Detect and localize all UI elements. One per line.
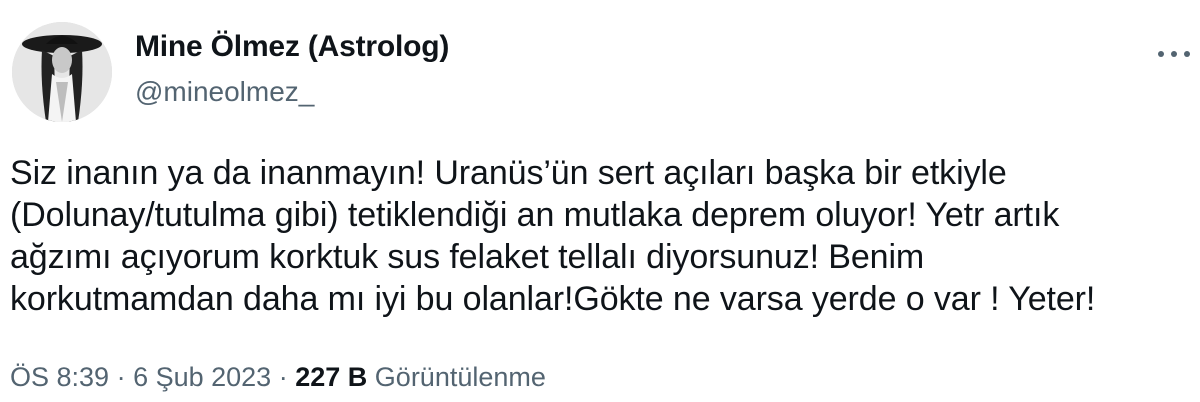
meta-separator: · xyxy=(278,362,296,392)
tweet-text: Siz inanın ya da inanmayın! Uranüs’ün se… xyxy=(10,154,1096,318)
tweet: Mine Ölmez (Astrolog) @mineolmez_ Siz in… xyxy=(0,0,1200,402)
author-name[interactable]: Mine Ölmez (Astrolog) xyxy=(135,30,449,64)
tweet-date[interactable]: 6 Şub 2023 xyxy=(133,362,271,392)
tweet-meta: ÖS 8:39 · 6 Şub 2023 · 227 B Görüntülenm… xyxy=(10,362,546,393)
more-horizontal-icon[interactable] xyxy=(1152,38,1196,70)
dot xyxy=(1184,51,1190,57)
avatar-image xyxy=(12,22,112,122)
dot xyxy=(1158,51,1164,57)
meta-separator: · xyxy=(116,362,134,392)
views-label: Görüntülenme xyxy=(374,362,546,392)
author-handle[interactable]: @mineolmez_ xyxy=(135,76,314,108)
dot xyxy=(1171,51,1177,57)
avatar[interactable] xyxy=(12,22,112,122)
views-count[interactable]: 227 B xyxy=(295,362,367,392)
tweet-time[interactable]: ÖS 8:39 xyxy=(10,362,109,392)
